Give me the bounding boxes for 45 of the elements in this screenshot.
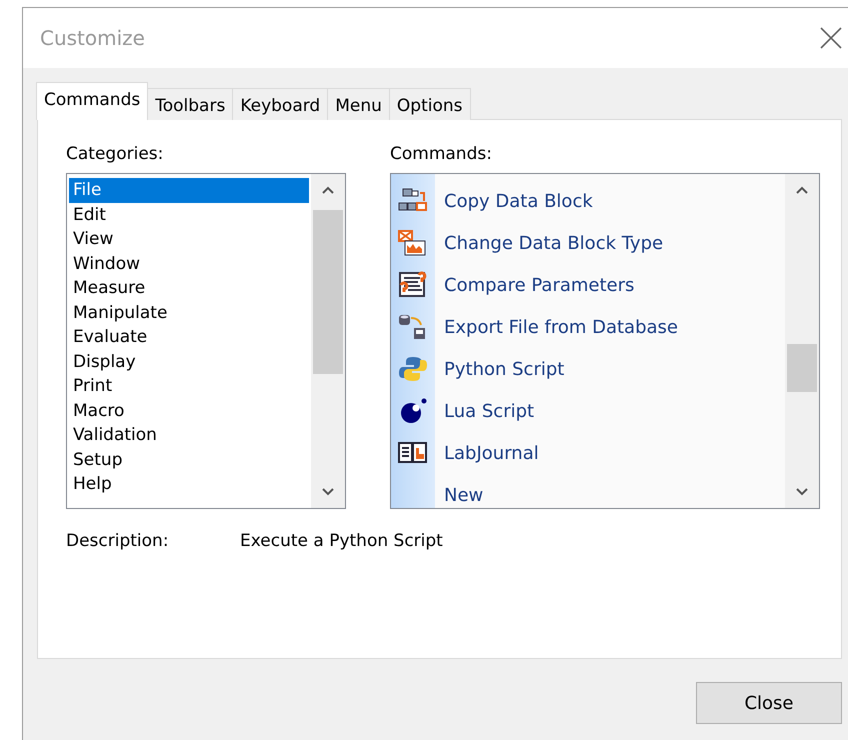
category-item[interactable]: Help: [69, 472, 309, 496]
category-item[interactable]: Evaluate: [69, 325, 309, 350]
tab[interactable]: Options: [388, 88, 471, 120]
description-text: Execute a Python Script: [240, 531, 443, 551]
tab[interactable]: Commands: [36, 82, 148, 120]
category-item[interactable]: Edit: [69, 202, 309, 227]
category-item[interactable]: Window: [69, 252, 309, 276]
category-item[interactable]: Setup: [69, 448, 309, 472]
category-item[interactable]: Manipulate: [69, 300, 309, 325]
categories-list[interactable]: File Edit View Window Measure Manipulate Evaluate Display Print Macro Validation Setup Help: [66, 173, 346, 509]
scroll-thumb[interactable]: [787, 344, 817, 392]
category-item[interactable]: Macro: [69, 398, 309, 423]
scroll-up-icon[interactable]: [796, 186, 808, 194]
scroll-down-icon[interactable]: [322, 488, 334, 496]
scroll-down-icon[interactable]: [796, 488, 808, 496]
scrollbar[interactable]: [785, 174, 819, 508]
tab[interactable]: Keyboard: [232, 88, 328, 120]
window-title: Customize: [40, 26, 146, 50]
description-label: Description:: [66, 531, 170, 551]
category-item[interactable]: View: [69, 227, 309, 252]
scroll-thumb[interactable]: [313, 210, 343, 374]
scroll-up-icon[interactable]: [322, 186, 334, 194]
scrollbar[interactable]: [311, 174, 345, 508]
tab[interactable]: Menu: [327, 88, 390, 120]
command-item[interactable]: Python Script: [435, 358, 564, 380]
command-item[interactable]: Compare Parameters: [435, 274, 634, 296]
categories-label: Categories:: [66, 144, 164, 164]
category-item[interactable]: Display: [69, 350, 309, 374]
category-item[interactable]: Measure: [69, 276, 309, 300]
category-item[interactable]: Validation: [69, 423, 309, 448]
command-item[interactable]: LabJournal: [435, 442, 539, 464]
command-item[interactable]: Copy Data Block: [435, 190, 593, 212]
category-item[interactable]: Print: [69, 374, 309, 398]
commands-list[interactable]: Copy Data Block Change Data Block Type Compare Parameters Export File from Database Python Script Lua Script LabJournal New: [391, 174, 785, 508]
close-icon[interactable]: [818, 25, 844, 51]
command-item[interactable]: New: [435, 484, 484, 506]
category-item[interactable]: File: [69, 178, 309, 202]
document-question-icon: [397, 271, 429, 299]
command-item[interactable]: Export File from Database: [435, 316, 678, 338]
command-item[interactable]: Lua Script: [435, 400, 534, 422]
close-button[interactable]: Close: [696, 682, 842, 724]
command-item[interactable]: Change Data Block Type: [435, 232, 664, 254]
tab[interactable]: Toolbars: [147, 88, 234, 120]
python-icon: [397, 355, 429, 383]
commands-label: Commands:: [390, 144, 493, 164]
